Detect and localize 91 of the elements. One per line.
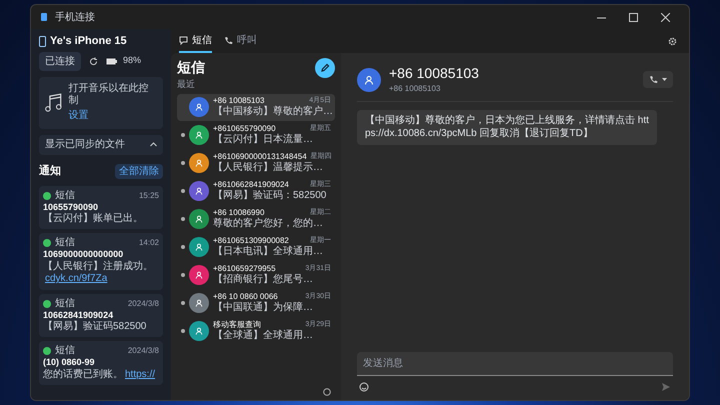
sender-number: +86 10 0860 0066 [213,292,278,302]
emoji-icon [359,382,369,392]
sender-number: +8610651309900082 [213,236,289,246]
message-input[interactable]: 发送消息 [357,352,673,376]
new-message-button[interactable] [315,58,335,78]
message-bubble: 【中国移动】尊敬的客户，日本为您已上线服务，详情请点击 https://dx.10086.cn/3pcMLb 回复取消【退订回复TD】 [357,110,658,145]
message-preview: 【全球通】全球通用… [213,330,314,342]
emoji-button[interactable] [357,380,371,394]
person-icon [195,271,203,279]
message-app-icon [43,239,51,248]
chat-bubble-icon [179,36,188,44]
clear-all-button[interactable]: 全部清除 [115,164,163,179]
phone-icon [39,36,46,47]
chevron-icon [150,142,157,148]
notifications-heading: 通知 [39,164,61,179]
section-label: 最近 [177,78,196,91]
sender-number: +86 10085103 [213,96,264,106]
caret-icon [662,78,667,82]
sender-number: +86106900000131348454 [213,152,307,162]
sender-number: (10) 0860-99 [43,357,96,368]
close-icon [660,12,670,22]
message-preview: 【云闪付】日本流量… [213,134,314,146]
person-icon [195,187,203,195]
sender-number: 1069000000000000 [43,249,124,260]
phone-handset-icon [224,36,233,44]
call-button[interactable] [643,71,673,88]
person-icon [195,159,203,167]
message-preview: 【招商银行】您尾号… [213,274,314,286]
window-title: 手机连接 [55,10,95,24]
banner-text: 显示已同步的文件 [45,138,126,151]
contact-name: +86 10085103 [389,65,479,82]
battery-icon [106,58,117,64]
settings-icon [668,36,677,46]
notification-text: 【人民银行】注册成功。 cdyk.cn/9f7Za [43,260,154,286]
notification-time: 2024/3/8 [128,345,159,358]
message-preview: 【中国联通】为保障… [213,302,314,314]
maximize-icon [628,12,638,22]
tab[interactable]: 呼叫 [224,29,257,53]
message-app-icon [43,192,51,200]
notification-time: 15:25 [138,190,159,202]
music-note-icon [45,92,63,112]
app-name: 短信 [55,190,75,200]
notification-card[interactable]: 短信 14:02 1069000000000000 【人民银行】注册成功。 cdyk.cn/9f7Za [39,233,163,290]
sender-number: 10655790090 [43,202,100,212]
app-icon [39,12,49,22]
app-name: 短信 [55,298,75,308]
sender-number: +86 10086990 [213,208,264,218]
sender-number: +8610655790090 [213,124,276,134]
app-name: 短信 [55,346,75,356]
message-link[interactable]: https:// [125,368,156,380]
notification-time: 14:02 [138,237,159,250]
notification-card[interactable]: 短信 15:25 10655790090 【云闪付】账单已出。 [39,186,163,230]
sender-number: +8610662841909024 [213,180,289,190]
pencil-icon [320,62,330,72]
message-app-icon [43,300,51,308]
notification-text: 您的话费已到账。 https:// [43,368,156,381]
media-hint: 打开音乐以在此控制 [68,82,150,108]
send-icon [661,382,671,392]
notification-card[interactable]: 短信 2024/3/8 10662841909024 【网易】验证码582500 [39,294,163,338]
messages-heading: 短信 [177,58,205,77]
refresh-button[interactable] [87,54,100,68]
notification-card[interactable]: 短信 2024/3/8 (10) 0860-99 您的话费已到账。 https:// [39,341,163,385]
notification-text: 【云闪付】账单已出。 [43,212,144,226]
message-app-icon [43,347,51,356]
sender-number: +8610659279955 [213,264,276,274]
notification-time: 2024/3/8 [128,298,159,310]
message-preview: 尊敬的客户您好，您的… [213,218,324,230]
person-icon [195,243,203,251]
person-icon [195,299,203,307]
connection-status: 已连接 [39,52,81,70]
phone-handset-icon [649,75,658,84]
sender-number: 10662841909024 [43,310,114,320]
app-name: 短信 [55,238,75,248]
message-preview: 【中国移动】尊敬的客户… [213,106,331,118]
message-link[interactable]: cdyk.cn/9f7Za [45,273,108,284]
settings-link[interactable]: 设置 [68,108,157,122]
person-icon [195,215,203,223]
notification-text: 【网易】验证码582500 [43,320,148,334]
info-icon [323,388,331,396]
contact-avatar [357,68,381,92]
refresh-icon [89,56,98,66]
battery-level: 98% [123,54,142,68]
device-name: Ye's iPhone 15 [50,34,127,49]
sender-number: 移动客服查询 [213,320,261,330]
person-icon [195,131,203,139]
contact-number: +86 10085103 [389,82,442,94]
message-preview: 【日本电讯】全球通用… [213,246,324,258]
person-icon [195,327,203,335]
person-icon [195,103,203,111]
message-preview: 【人民银行】温馨提示… [213,162,324,174]
message-preview: 【网易】验证码：582500 [213,190,328,202]
